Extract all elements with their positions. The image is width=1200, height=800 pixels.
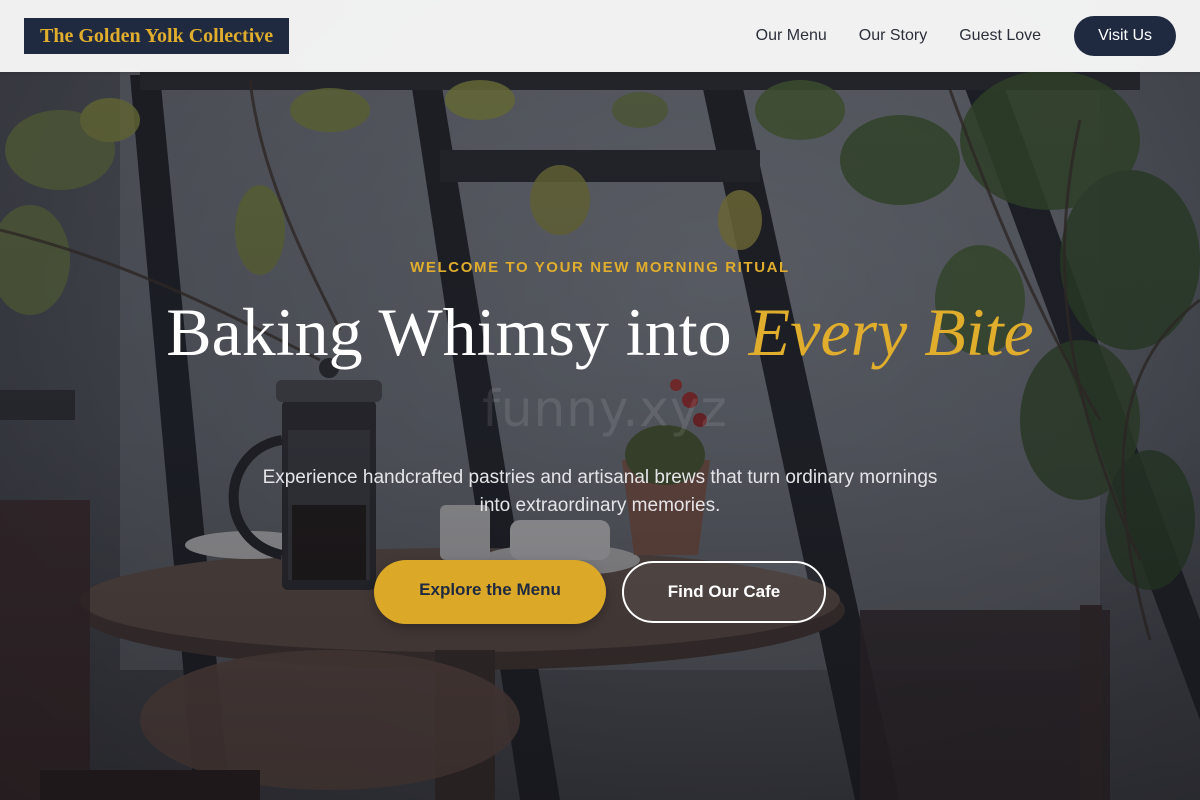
nav-link-our-story[interactable]: Our Story <box>859 27 927 45</box>
hero-headline: Baking Whimsy into Every Bite <box>160 296 1040 368</box>
headline-accent-text: Every Bite <box>748 294 1034 370</box>
nav-link-our-menu[interactable]: Our Menu <box>756 27 827 45</box>
nav-link-guest-love[interactable]: Guest Love <box>959 27 1041 45</box>
brand-logo[interactable]: The Golden Yolk Collective <box>24 18 290 54</box>
visit-us-button[interactable]: Visit Us <box>1074 16 1176 56</box>
hero-section: WELCOME TO YOUR NEW MORNING RITUAL Bakin… <box>0 0 1200 800</box>
hero-eyebrow: WELCOME TO YOUR NEW MORNING RITUAL <box>410 259 790 276</box>
headline-plain-text: Baking Whimsy into <box>166 294 732 370</box>
hero-subheadline: Experience handcrafted pastries and arti… <box>262 467 938 516</box>
top-navbar: The Golden Yolk Collective Our Menu Our … <box>0 0 1200 72</box>
explore-menu-button[interactable]: Explore the Menu <box>374 560 606 624</box>
find-cafe-button[interactable]: Find Our Cafe <box>622 561 826 623</box>
main-nav: Our Menu Our Story Guest Love Visit Us <box>756 16 1176 56</box>
